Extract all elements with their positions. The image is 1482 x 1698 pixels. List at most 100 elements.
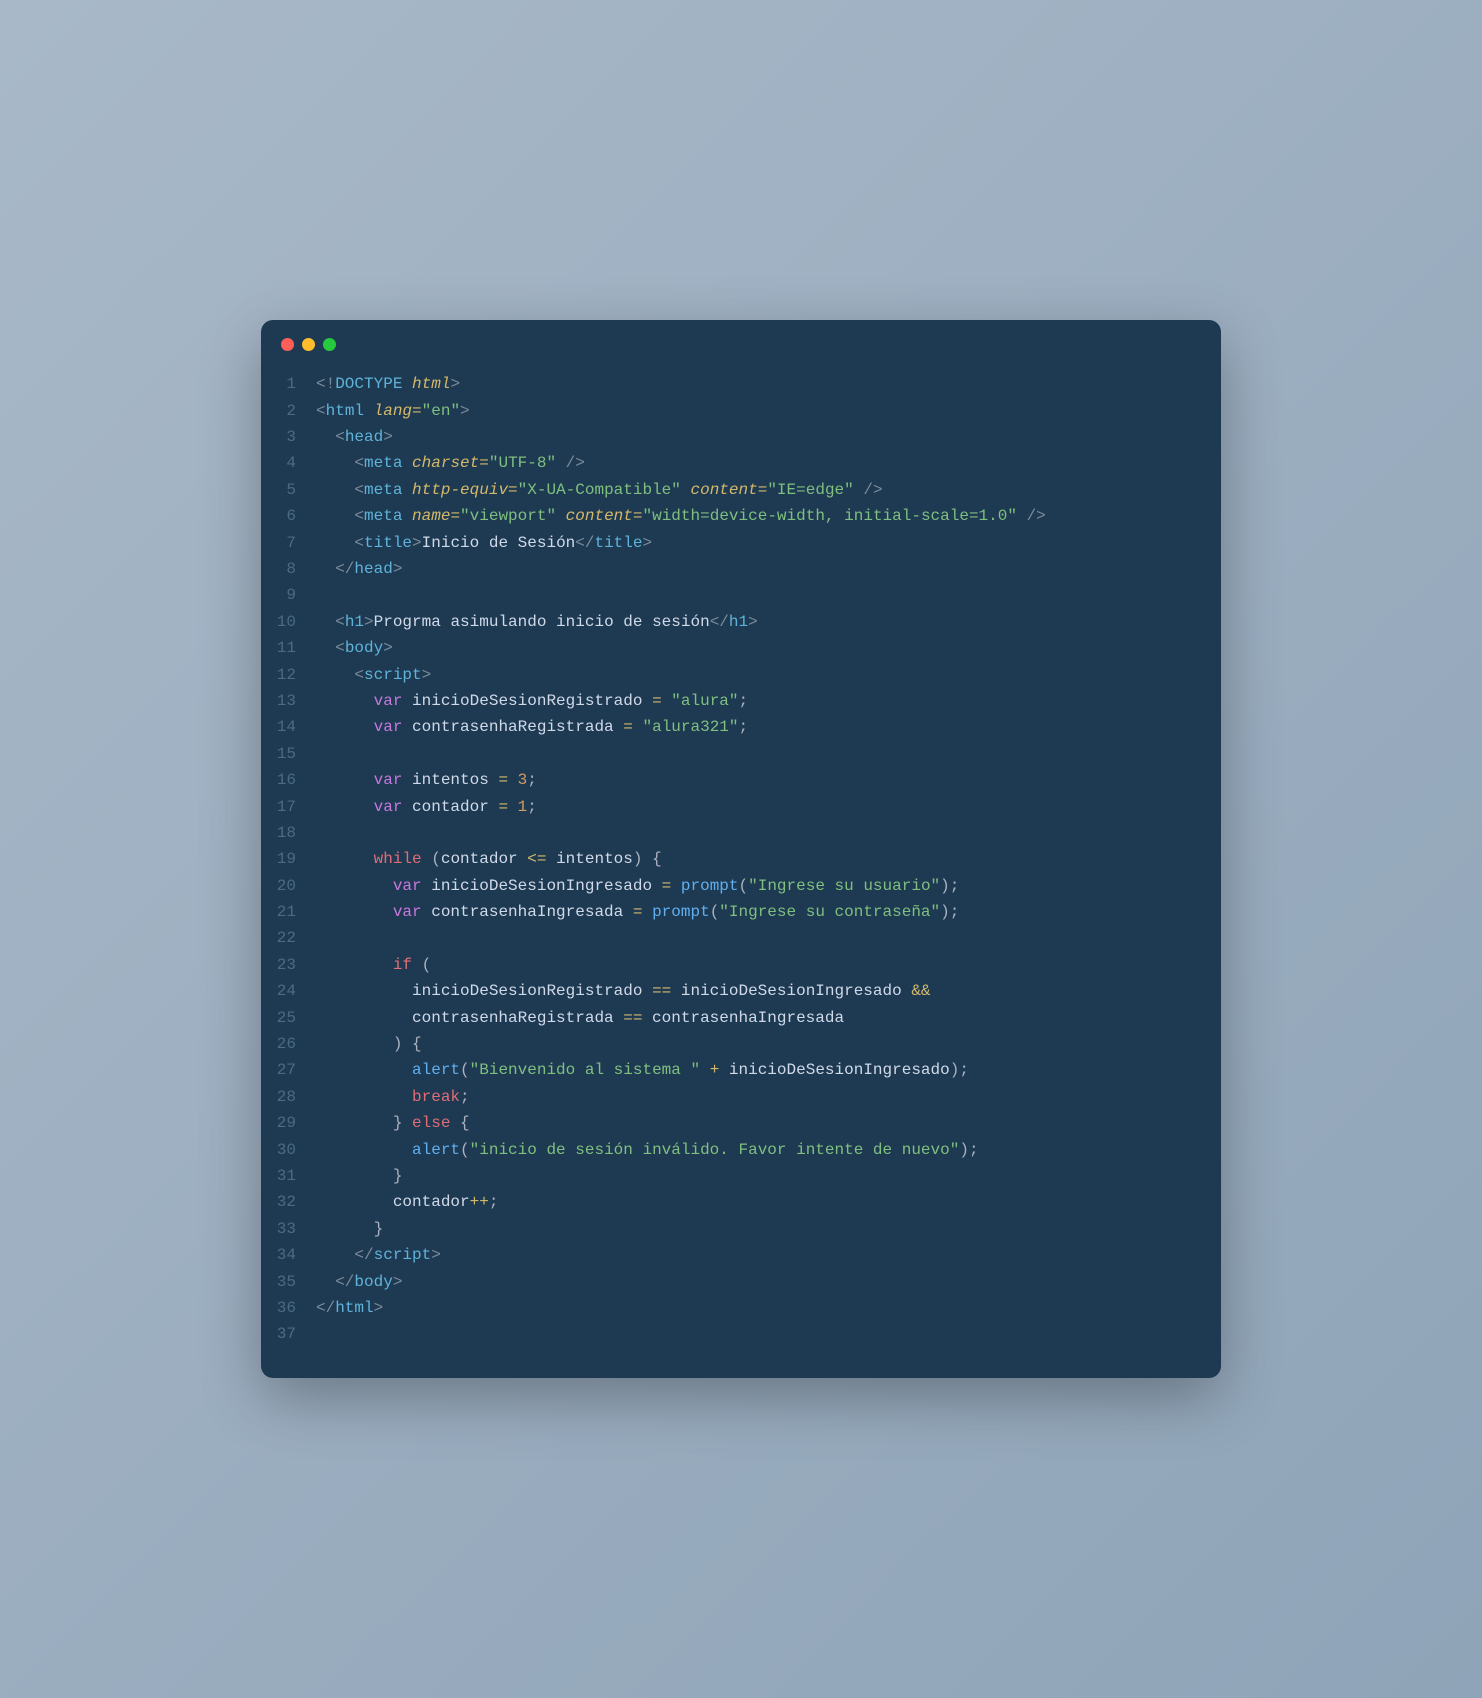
line-content: alert("inicio de sesión inválido. Favor … [316, 1137, 1221, 1163]
token-tag-bracket: </ [316, 1299, 335, 1317]
code-line: 31 } [261, 1163, 1221, 1189]
code-line: 6 <meta name="viewport" content="width=d… [261, 503, 1221, 529]
token-tag-bracket [681, 481, 691, 499]
token-keyword-var: var [393, 877, 422, 895]
token-string: "alura" [671, 692, 738, 710]
token-operator: <= [527, 850, 546, 868]
token-string: "Ingrese su contraseña" [719, 903, 940, 921]
token-operator: = [498, 798, 508, 816]
code-line: 12 <script> [261, 662, 1221, 688]
line-content: <script> [316, 662, 1221, 688]
line-number: 18 [261, 820, 316, 846]
token-punct: ; [950, 903, 960, 921]
code-line: 33 } [261, 1216, 1221, 1242]
code-line: 10 <h1>Progrma asimulando inicio de sesi… [261, 609, 1221, 635]
token-tag-name: meta [364, 507, 402, 525]
token-operator: && [911, 982, 930, 1000]
token-tag-bracket: < [335, 428, 345, 446]
token-variable: intentos [546, 850, 632, 868]
maximize-icon[interactable] [323, 338, 336, 351]
code-line: 1<!DOCTYPE html> [261, 371, 1221, 397]
line-number: 30 [261, 1137, 316, 1163]
line-content: inicioDeSesionRegistrado == inicioDeSesi… [316, 978, 1221, 1004]
token-tag-name: meta [364, 454, 402, 472]
token-tag-bracket: > [422, 666, 432, 684]
token-variable [402, 1035, 412, 1053]
token-variable [643, 850, 653, 868]
token-operator: = [498, 771, 508, 789]
token-tag-name: meta [364, 481, 402, 499]
token-attr-name: content [691, 481, 758, 499]
line-number: 6 [261, 503, 316, 529]
token-punct: { [460, 1114, 470, 1132]
line-number: 21 [261, 899, 316, 925]
line-number: 36 [261, 1295, 316, 1321]
token-number: 3 [518, 771, 528, 789]
token-operator: ++ [470, 1193, 489, 1211]
line-content: alert("Bienvenido al sistema " + inicioD… [316, 1057, 1221, 1083]
token-tag-bracket: > [412, 534, 422, 552]
token-function: prompt [681, 877, 739, 895]
token-keyword-var: var [374, 692, 403, 710]
line-content: contador++; [316, 1189, 1221, 1215]
code-line: 18 [261, 820, 1221, 846]
token-attr-value: "en" [422, 402, 460, 420]
token-attr-value: "viewport" [460, 507, 556, 525]
token-tag-bracket: > [393, 1273, 403, 1291]
token-tag-bracket: < [335, 639, 345, 657]
line-content: <head> [316, 424, 1221, 450]
token-variable [508, 771, 518, 789]
token-tag-bracket [402, 507, 412, 525]
token-variable: inicioDeSesionIngresado [671, 982, 911, 1000]
token-punct: ; [739, 718, 749, 736]
close-icon[interactable] [281, 338, 294, 351]
token-tag-bracket: > [364, 613, 374, 631]
code-line: 9 [261, 582, 1221, 608]
token-tag-bracket [402, 454, 412, 472]
line-number: 1 [261, 371, 316, 397]
code-line: 24 inicioDeSesionRegistrado == inicioDeS… [261, 978, 1221, 1004]
token-variable [642, 903, 652, 921]
token-tag-name: body [345, 639, 383, 657]
code-line: 26 ) { [261, 1031, 1221, 1057]
line-number: 26 [261, 1031, 316, 1057]
token-tag-bracket: < [354, 534, 364, 552]
token-tag-bracket: > [374, 1299, 384, 1317]
token-punct: ; [527, 771, 537, 789]
token-operator: = [623, 718, 633, 736]
token-operator: = [652, 692, 662, 710]
line-number: 35 [261, 1269, 316, 1295]
line-number: 15 [261, 741, 316, 767]
token-function: prompt [652, 903, 710, 921]
token-variable: contador [393, 1193, 470, 1211]
minimize-icon[interactable] [302, 338, 315, 351]
token-variable [450, 1114, 460, 1132]
line-number: 12 [261, 662, 316, 688]
line-number: 9 [261, 582, 316, 608]
token-tag-bracket: < [354, 481, 364, 499]
token-tag-bracket: > [460, 402, 470, 420]
code-line: 20 var inicioDeSesionIngresado = prompt(… [261, 873, 1221, 899]
token-tag-name: title [594, 534, 642, 552]
token-punct: ( [460, 1061, 470, 1079]
token-variable: contador [441, 850, 527, 868]
code-editor[interactable]: 1<!DOCTYPE html>2<html lang="en"> 3 <head… [261, 361, 1221, 1377]
line-number: 14 [261, 714, 316, 740]
token-tag-bracket: /> [1017, 507, 1046, 525]
code-line: 2<html lang="en"> [261, 398, 1221, 424]
token-operator: = [508, 481, 518, 499]
line-number: 19 [261, 846, 316, 872]
code-line: 21 var contrasenhaIngresada = prompt("In… [261, 899, 1221, 925]
token-keyword: while [374, 850, 422, 868]
token-operator: = [758, 481, 768, 499]
token-tag-bracket: /> [854, 481, 883, 499]
line-number: 10 [261, 609, 316, 635]
token-punct: ; [969, 1141, 979, 1159]
token-punct: ) [940, 877, 950, 895]
token-tag-bracket [364, 402, 374, 420]
token-tag-bracket [402, 375, 412, 393]
token-tag-bracket: < [354, 666, 364, 684]
token-string: "inicio de sesión inválido. Favor intent… [470, 1141, 960, 1159]
line-content: </script> [316, 1242, 1221, 1268]
token-variable [412, 956, 422, 974]
